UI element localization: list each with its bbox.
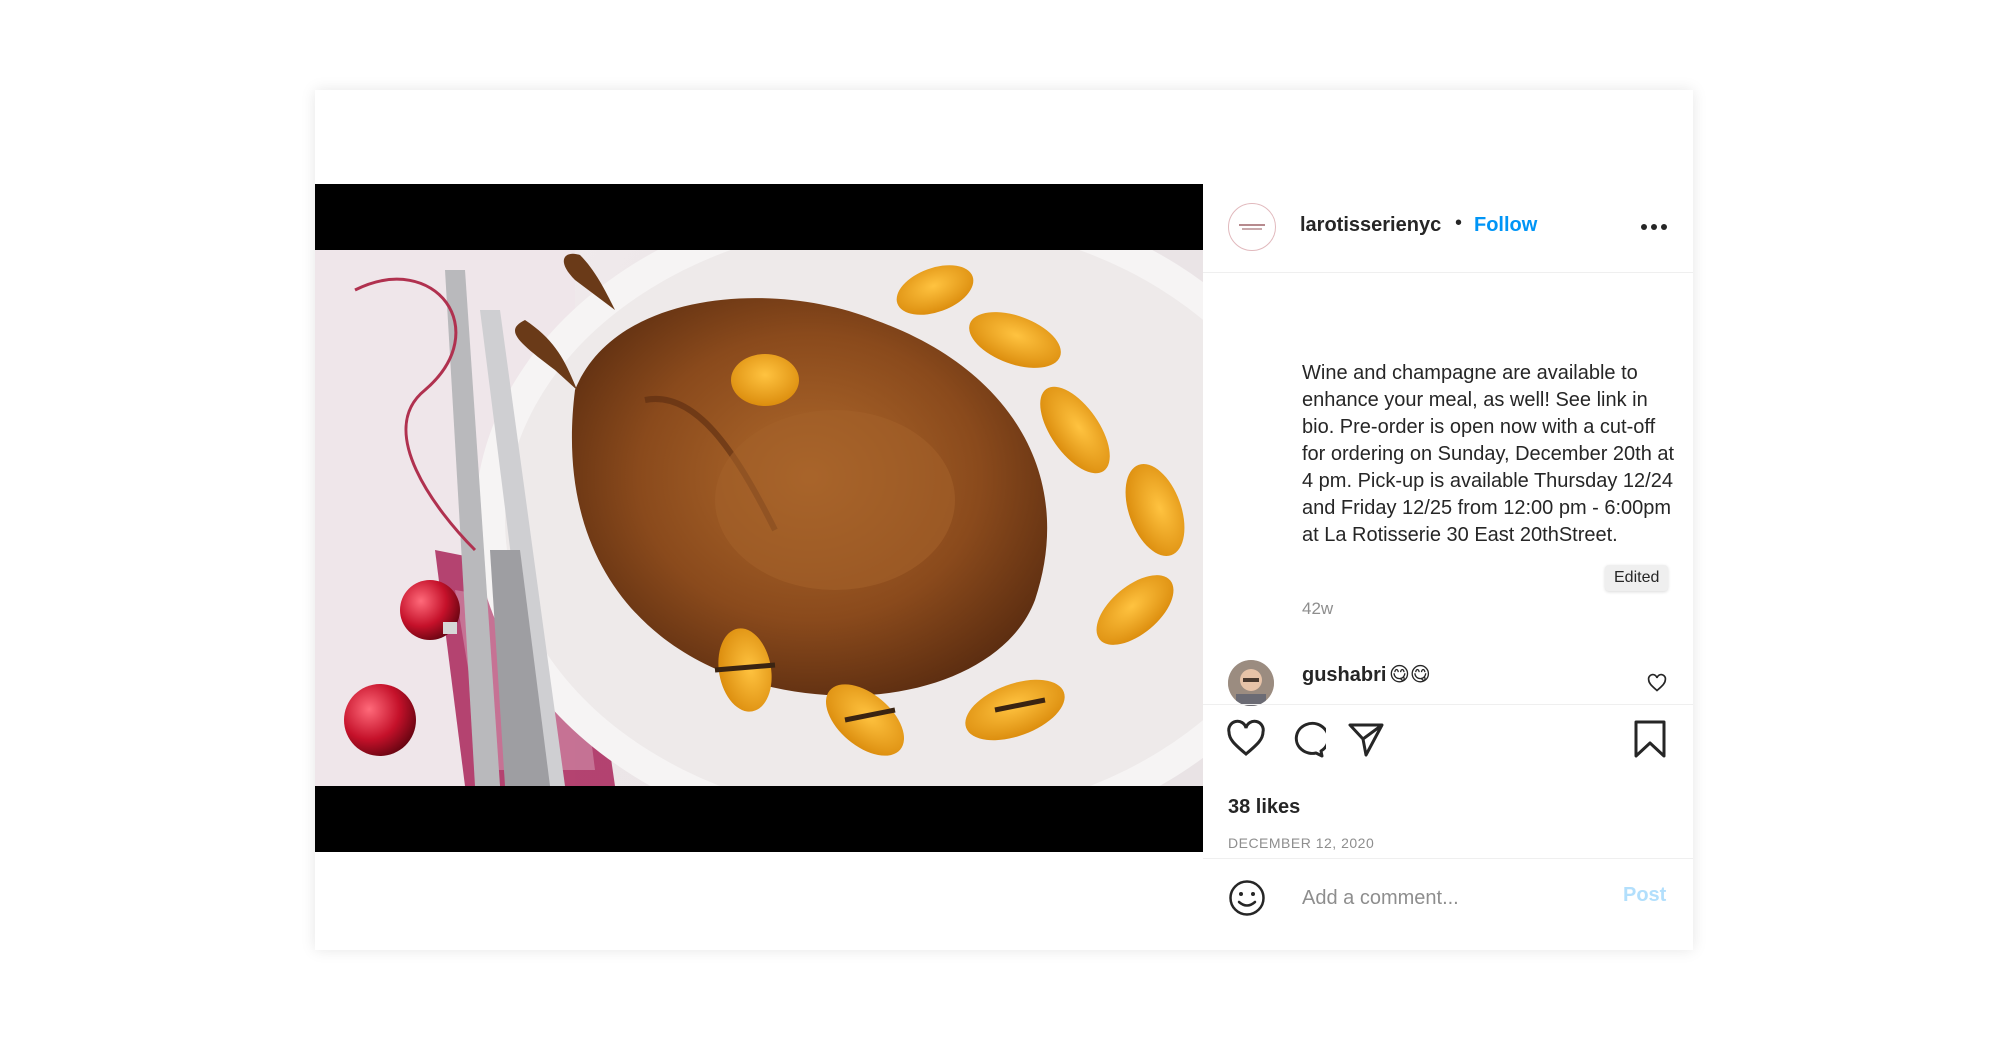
heart-icon[interactable] <box>1226 719 1266 759</box>
separator-dot: • <box>1455 212 1463 234</box>
bookmark-icon[interactable] <box>1630 719 1670 759</box>
comment-icon[interactable] <box>1286 719 1326 759</box>
comment-input[interactable] <box>1300 882 1624 914</box>
post-comment-button[interactable]: Post <box>1623 884 1666 907</box>
commenter-username[interactable]: gushabri <box>1302 664 1386 687</box>
post-header: larotisserienyc • Follow <box>1203 184 1693 273</box>
author-avatar[interactable] <box>1228 203 1276 251</box>
post-card: larotisserienyc • Follow Wine and champa… <box>315 90 1693 950</box>
post-side-panel: larotisserienyc • Follow Wine and champa… <box>1203 184 1693 852</box>
comment-composer: Post <box>1203 858 1693 949</box>
post-media[interactable] <box>315 184 1203 852</box>
post-time-ago[interactable]: 42w <box>1302 599 1333 619</box>
likes-count[interactable]: 38 likes <box>1228 796 1300 819</box>
comment-text: 😋😋 <box>1389 664 1431 686</box>
share-icon[interactable] <box>1346 719 1386 759</box>
edited-tooltip: Edited <box>1605 565 1669 591</box>
post-date[interactable]: DECEMBER 12, 2020 <box>1228 835 1374 851</box>
comment-item: gushabri 😋😋 <box>1203 654 1693 706</box>
emoji-icon[interactable] <box>1228 879 1266 917</box>
author-username[interactable]: larotisserienyc <box>1300 214 1441 237</box>
more-horizontal-icon[interactable] <box>1637 212 1671 242</box>
post-caption: Wine and champagne are available to enha… <box>1302 362 1675 546</box>
post-photo-roast-duck <box>315 250 1203 786</box>
follow-button[interactable]: Follow <box>1474 214 1537 237</box>
commenter-avatar[interactable] <box>1228 660 1274 706</box>
comment-heart-icon[interactable] <box>1647 673 1667 693</box>
